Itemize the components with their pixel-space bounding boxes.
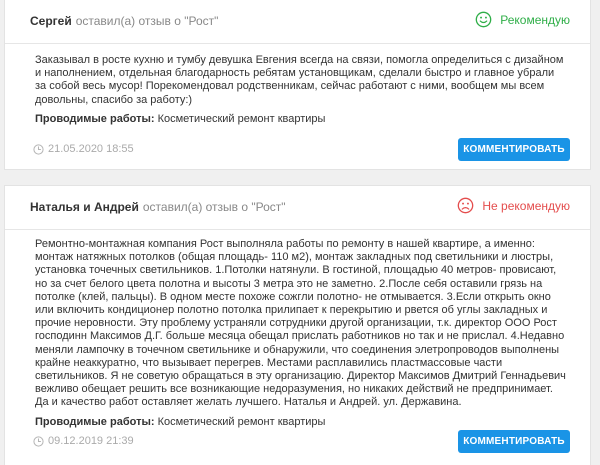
- review-verdict-label: Рекомендую: [500, 12, 570, 27]
- review-card: Наталья и Андрей оставил(а) отзыв о "Рост…: [4, 185, 591, 465]
- comment-button[interactable]: КОММЕНТИРОВАТЬ: [458, 430, 570, 453]
- review-date-text: 09.12.2019 21:39: [48, 435, 134, 447]
- clock-icon: [33, 435, 44, 447]
- review-date-text: 21.05.2020 18:55: [48, 143, 134, 155]
- review-text: Ремонтно-монтажная компания Рост выполня…: [35, 238, 566, 409]
- clock-icon: [33, 143, 44, 155]
- review-body: Ремонтно-монтажная компания Рост выполня…: [35, 238, 568, 429]
- review-author: Наталья и Андрей: [30, 200, 139, 214]
- review-date: 21.05.2020 18:55: [33, 143, 134, 155]
- review-verdict: Не рекомендую: [457, 197, 570, 214]
- review-date: 09.12.2019 21:39: [33, 435, 134, 447]
- review-card: Сергей оставил(а) отзыв о "Рост" Рекоменд…: [4, 0, 591, 170]
- review-author-line: Сергей оставил(а) отзыв о "Рост": [30, 14, 218, 28]
- review-author: Сергей: [30, 14, 72, 28]
- review-meta: оставил(а) отзыв о "Рост": [75, 14, 219, 28]
- review-header: Сергей оставил(а) отзыв о "Рост" Рекоменд…: [5, 0, 590, 44]
- review-header: Наталья и Андрей оставил(а) отзыв о "Рост…: [5, 186, 590, 230]
- review-works-value: Косметический ремонт квартиры: [157, 112, 326, 125]
- review-text: Заказывал в росте кухню и тумбу девушка …: [35, 54, 564, 106]
- review-author-line: Наталья и Андрей оставил(а) отзыв о "Рост…: [30, 200, 286, 214]
- review-works-label: Проводимые работы:: [35, 112, 155, 125]
- review-verdict-label: Не рекомендую: [482, 198, 570, 213]
- review-footer: 09.12.2019 21:39 КОММЕНТИРОВАТЬ: [5, 430, 590, 454]
- frown-icon: [458, 197, 474, 214]
- review-body: Заказывал в росте кухню и тумбу девушка …: [35, 54, 568, 126]
- review-works: Проводимые работы: Косметический ремонт …: [35, 113, 568, 126]
- review-works: Проводимые работы: Косметический ремонт …: [35, 416, 568, 429]
- review-works-label: Проводимые работы:: [35, 415, 155, 428]
- review-meta: оставил(а) отзыв о "Рост": [142, 200, 286, 214]
- review-verdict: Рекомендую: [475, 11, 570, 28]
- comment-button[interactable]: КОММЕНТИРОВАТЬ: [458, 138, 570, 161]
- review-works-value: Косметический ремонт квартиры: [157, 415, 326, 428]
- smile-icon: [475, 11, 492, 28]
- review-footer: 21.05.2020 18:55 КОММЕНТИРОВАТЬ: [5, 138, 590, 162]
